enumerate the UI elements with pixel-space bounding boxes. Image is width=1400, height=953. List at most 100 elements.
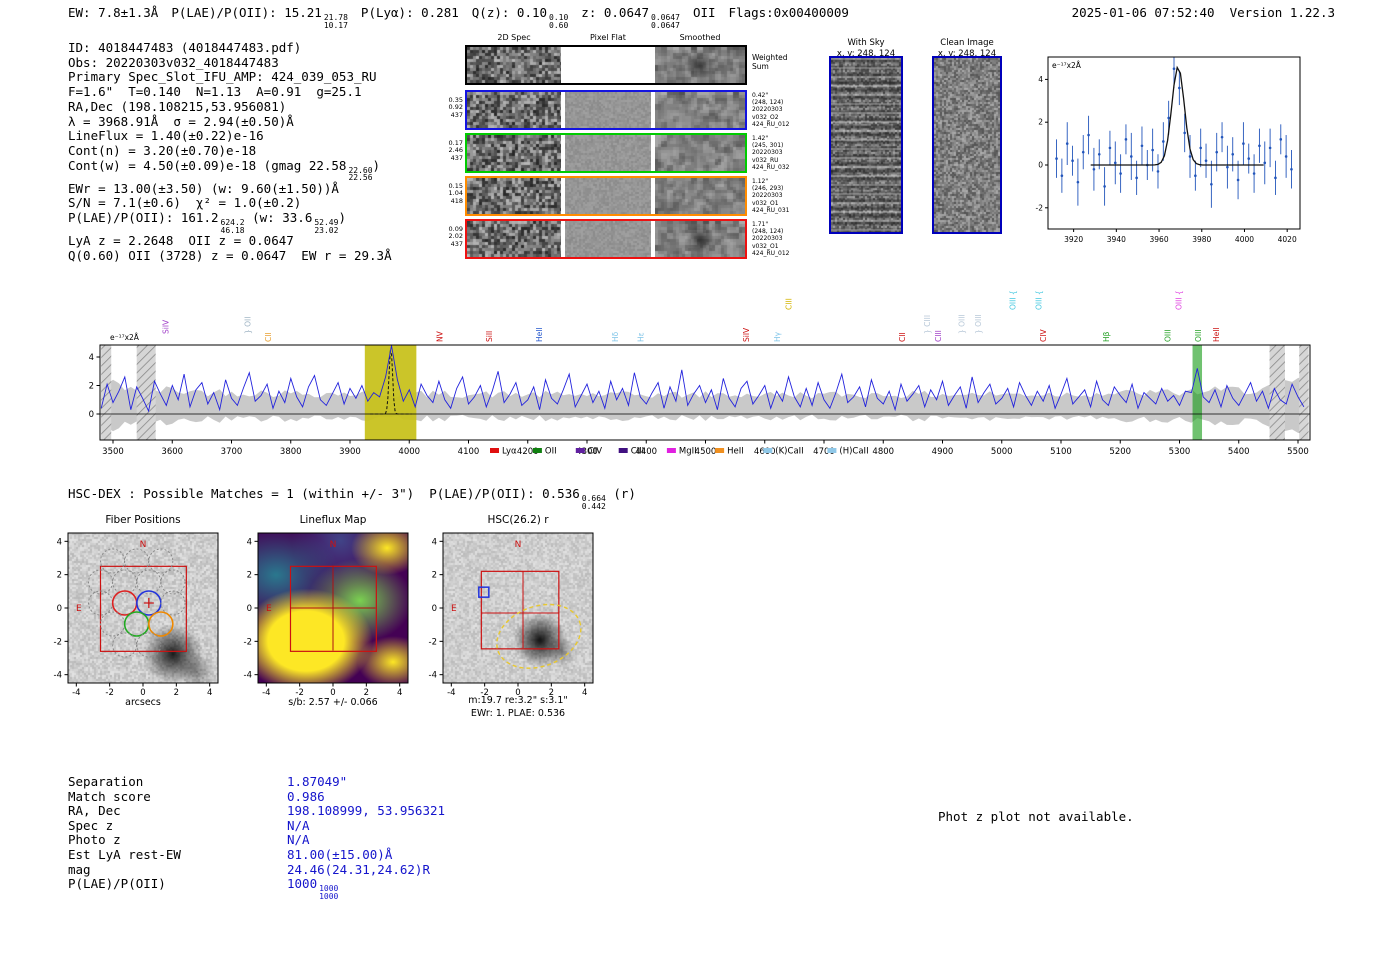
data-point (1103, 185, 1106, 188)
stamp-row-right-label: Weighted Sum (752, 53, 804, 71)
stamp-right-line: 0.42" (752, 92, 769, 99)
legend-swatch (490, 448, 499, 453)
text-segment: Flags:0x00400009 (728, 5, 849, 20)
data-point (1290, 167, 1293, 171)
header-summary-line: EW: 7.8±1.3Å P(LAE)/P(OII): 15.21 21.78 10.… (68, 5, 862, 29)
legend-label: HeII (727, 447, 744, 457)
data-point (1060, 174, 1064, 177)
detection-info-block: ID: 4018447483 (4018447483.pdf) Obs: 2022… (68, 40, 392, 263)
masked-region-band (1269, 345, 1285, 440)
stamp-2dspec-image (467, 47, 561, 83)
stamp-row-left-label: 0.15 1.04 418 (441, 182, 463, 205)
data-point (1258, 144, 1261, 148)
table-row-value: 1000 1000 1000 (287, 876, 338, 900)
text-segment: Obs: 20220303v032_4018447483 (68, 54, 279, 70)
legend-label: CIII (631, 447, 644, 457)
header-segment: P(LAE)/P(OII): 15.21 21.78 10.17 (171, 5, 348, 29)
stamp-right-line: v032_RU (752, 156, 779, 164)
y-tick-label: -2 (429, 637, 437, 647)
x-tick-label: 3960 (1150, 235, 1169, 244)
stamp-left-line: 437 (450, 110, 463, 119)
x-tick-label: 4300 (576, 447, 598, 457)
withsky-image (829, 56, 903, 234)
header-segment: P(Lyα): 0.281 (361, 5, 459, 20)
stamp-row-right-label: 0.42" (248, 124) 20220303 v032_O2 424_RU_012 (752, 92, 804, 128)
y-tick-label: -2 (1036, 203, 1044, 212)
stacked-fraction: 0.10 0.60 (549, 14, 568, 29)
legend-label: Lyα (502, 447, 517, 457)
x-tick-label: 4900 (932, 447, 954, 457)
stamp-row (465, 90, 747, 130)
col-title-smoothed: Smoothed (679, 33, 721, 42)
x-tick-label: 5300 (1169, 447, 1191, 457)
x-tick-label: 4000 (398, 447, 420, 457)
line-marker-label: SiII (485, 331, 494, 342)
y-tick-label: 2 (247, 571, 252, 581)
data-point (1113, 161, 1117, 165)
line-marker-label: OIII { (1034, 290, 1043, 310)
text-segment: λ = 3968.91Å σ = 2.94(±0.50)Å (68, 113, 294, 129)
text-segment: P(LAE)/P(OII): 161.2 (68, 210, 219, 226)
text-segment: EW: 7.8±1.3Å (68, 5, 159, 20)
data-point (1178, 86, 1181, 90)
data-point (1162, 140, 1165, 143)
text-segment: 81.00(±15.00)Å (287, 847, 393, 862)
clean-title: Clean Image (940, 38, 994, 48)
data-point (1146, 163, 1149, 167)
y-tick-label: -4 (429, 671, 437, 681)
info-line: Cont(w) = 4.50(±0.09)e-18 (gmag 22.58 22.… (68, 157, 392, 183)
stamp-left-line: 418 (450, 196, 463, 205)
y-tick-label: -2 (54, 637, 62, 647)
line-marker-label: SiIV (162, 319, 171, 334)
elixer-report-page: EW: 7.8±1.3Å P(LAE)/P(OII): 15.21 21.78 10.… (0, 0, 1400, 953)
inset-gaussian-fit (1090, 65, 1264, 166)
hsc-cutout-image (443, 533, 593, 683)
legend-swatch (763, 448, 773, 453)
data-point (1231, 153, 1235, 156)
flux-unit-label: e⁻¹⁷x2Å (1052, 61, 1082, 70)
timestamp-version: 2025-01-06 07:52:40 Version 1.22.3 (1071, 5, 1335, 20)
y-tick-label: 4 (432, 537, 437, 547)
stamp-right-line: Sum (752, 62, 769, 71)
text-segment: (w: 33.6 (244, 210, 313, 226)
text-segment: 0.986 (287, 788, 325, 804)
stamp-2dspec-image (467, 135, 561, 171)
stamp-left-line: 437 (450, 239, 463, 248)
table-row-value: 24.46(24.31,24.62)R (287, 862, 430, 877)
fraction-bottom: 22.56 (348, 173, 373, 183)
stamp-right-line: 20220303 (752, 149, 783, 157)
data-point (1210, 182, 1213, 186)
info-line: Primary Spec_Slot_IFU_AMP: 424_039_053_R… (68, 70, 392, 85)
x-tick-label: 5000 (991, 447, 1013, 457)
line-marker-label: } CIII (923, 315, 932, 334)
table-row-label: Separation (68, 774, 144, 789)
stamp-right-line: 424_RU_032 (752, 163, 790, 171)
table-row-value: N/A (287, 832, 310, 847)
text-segment: S/N = 7.1(±0.6) χ² = 1.0(±0.2) (68, 195, 302, 211)
masked-region-band (101, 345, 112, 440)
text-segment: F=1.6" T=0.140 N=1.13 A=0.91 g=25.1 (68, 84, 362, 100)
table-row-label: Spec z (68, 817, 114, 833)
text-segment: Cont(w) = 4.50(±0.09)e-18 (gmag 22.58 (68, 157, 347, 173)
oiii-line-band (1192, 345, 1203, 440)
stamp-right-line: 20220303 (752, 106, 783, 114)
data-point (1172, 67, 1176, 70)
text-segment: 1000 (287, 876, 318, 892)
y-tick-label: 0 (247, 604, 252, 614)
stamp-right-line: Weighted (752, 53, 788, 62)
col-title-pixelflat: Pixel Flat (590, 33, 626, 42)
stamp-right-line: (248, 124) (752, 99, 784, 107)
x-tick-label: 3900 (339, 447, 361, 457)
x-tick-label: 4100 (458, 447, 480, 457)
clean-image (932, 56, 1002, 234)
fraction-bottom: 0.442 (581, 501, 606, 511)
text-segment: ID: 4018447483 (4018447483.pdf) (68, 40, 302, 55)
info-line: λ = 3968.91Å σ = 2.94(±0.50)Å (68, 113, 392, 130)
stamp-right-line: (248, 124) (752, 228, 784, 236)
line-marker-label: Hγ (773, 331, 782, 342)
header-segment: Q(z): 0.10 0.10 0.60 (472, 5, 569, 29)
data-point (1242, 142, 1245, 145)
x-tick-label: 4700 (813, 447, 835, 457)
x-tick-label: 4020 (1278, 235, 1297, 244)
lineflux-panel-title: Lineflux Map (299, 514, 367, 526)
